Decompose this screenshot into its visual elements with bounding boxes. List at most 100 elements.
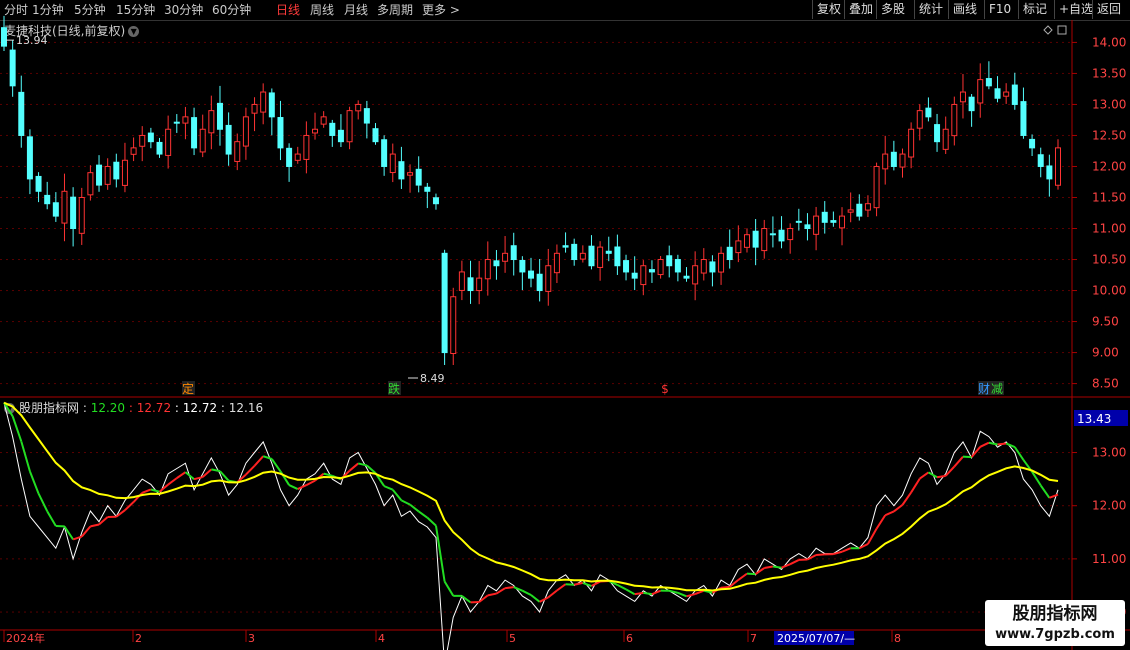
candle-body	[787, 228, 794, 241]
indicator-short-line	[400, 499, 411, 506]
indicator-short-line	[46, 510, 57, 527]
indicator-short-line	[1049, 493, 1059, 499]
candle-body	[562, 245, 569, 248]
indicator-short-line	[634, 591, 644, 596]
candle-body	[277, 117, 284, 149]
candle-body	[78, 196, 85, 234]
candle-body	[96, 164, 103, 186]
candle-body	[113, 161, 120, 180]
indicator-short-line	[737, 572, 748, 581]
indicator-short-line	[875, 514, 887, 530]
candle-body	[173, 121, 180, 124]
price-tick-label: 11.00	[1092, 222, 1126, 236]
indicator-short-line	[150, 488, 160, 493]
indicator-short-line	[556, 583, 567, 592]
candle-body	[1037, 154, 1044, 167]
indicator-short-line	[288, 484, 299, 490]
candle-body	[882, 153, 889, 170]
indicator-short-line	[668, 589, 679, 594]
candle-body	[839, 215, 846, 229]
event-badge: 定	[182, 381, 194, 396]
indicator-short-line	[253, 455, 264, 467]
time-label: 7	[750, 632, 757, 645]
candle-body	[864, 203, 871, 211]
candle-body	[614, 246, 621, 267]
indicator-short-line	[521, 589, 532, 596]
candle-body	[312, 128, 319, 134]
indicator-short-line	[910, 478, 921, 493]
candle-body	[476, 277, 483, 292]
indicator-short-line	[901, 491, 912, 506]
indicator-short-line	[970, 446, 982, 458]
indicator-short-line	[643, 591, 653, 596]
indicator-value-box-text: 13.43	[1077, 412, 1111, 426]
candle-body	[648, 269, 655, 273]
indicator-short-line	[816, 553, 825, 556]
candle-body	[640, 265, 647, 286]
indicator-short-line	[884, 510, 895, 517]
candle-body	[908, 128, 915, 158]
indicator-short-line	[677, 591, 687, 598]
indicator-short-line	[418, 510, 428, 519]
candle-body	[329, 122, 336, 136]
candle-body	[104, 165, 111, 185]
indicator-short-line	[686, 593, 696, 598]
candle-body	[424, 186, 431, 192]
candle-body	[26, 136, 33, 180]
candle-body	[968, 96, 975, 112]
candle-body	[9, 49, 16, 87]
candle-body	[692, 265, 699, 285]
candle-body	[873, 165, 880, 209]
candle-body	[959, 91, 966, 103]
indicator-short-line	[11, 415, 23, 442]
candle-body	[752, 230, 759, 248]
price-tick-label: 12.00	[1092, 159, 1126, 173]
candle-body	[1003, 91, 1010, 97]
time-label: 3	[248, 632, 255, 645]
indicator-short-line	[919, 471, 929, 480]
indicator-short-line	[988, 441, 998, 446]
candle-body	[579, 252, 586, 260]
candle-body	[303, 134, 310, 160]
candle-body	[458, 271, 465, 291]
candle-body	[1055, 147, 1061, 186]
indicator-long-line	[3, 401, 1059, 592]
indicator-short-line	[426, 516, 437, 527]
candle-body	[700, 259, 707, 274]
candle-body	[337, 129, 344, 143]
candle-body	[726, 246, 733, 261]
indicator-short-line	[625, 588, 636, 596]
indicator-short-line	[90, 523, 100, 528]
time-label: 8	[894, 632, 901, 645]
candle-body	[242, 116, 249, 147]
candle-body	[346, 110, 353, 143]
watermark-url: www.7gpzb.com	[995, 627, 1115, 642]
candle-body	[156, 141, 163, 155]
candle-body	[623, 260, 630, 273]
indicator-short-line	[262, 455, 273, 460]
square-icon	[1057, 25, 1067, 35]
chart-area[interactable]: 14.00 13.50 13.00 12.50 12.00 11.50 11.00 10.50…	[0, 0, 1130, 650]
indicator-short-line	[720, 585, 730, 589]
candle-body	[778, 229, 785, 242]
low-label: 8.49	[420, 372, 445, 385]
indicator-short-line	[348, 462, 359, 472]
candle-body	[381, 139, 388, 167]
candle-body	[52, 202, 59, 217]
candle-body	[415, 168, 422, 186]
candle-body	[985, 78, 992, 87]
candle-body	[130, 147, 137, 155]
candle-body	[934, 124, 941, 143]
candle-body	[87, 172, 94, 196]
time-label: 6	[626, 632, 633, 645]
indicator-short-line	[305, 479, 316, 486]
indicator-short-line	[997, 442, 1007, 446]
indicator-short-line	[37, 493, 49, 512]
time-label: 4	[378, 632, 385, 645]
candle-body	[735, 240, 742, 254]
candle-body	[432, 197, 439, 205]
candle-body	[251, 103, 258, 114]
candle-body	[398, 161, 405, 180]
candle-body	[407, 172, 414, 176]
candle-body	[951, 103, 958, 137]
